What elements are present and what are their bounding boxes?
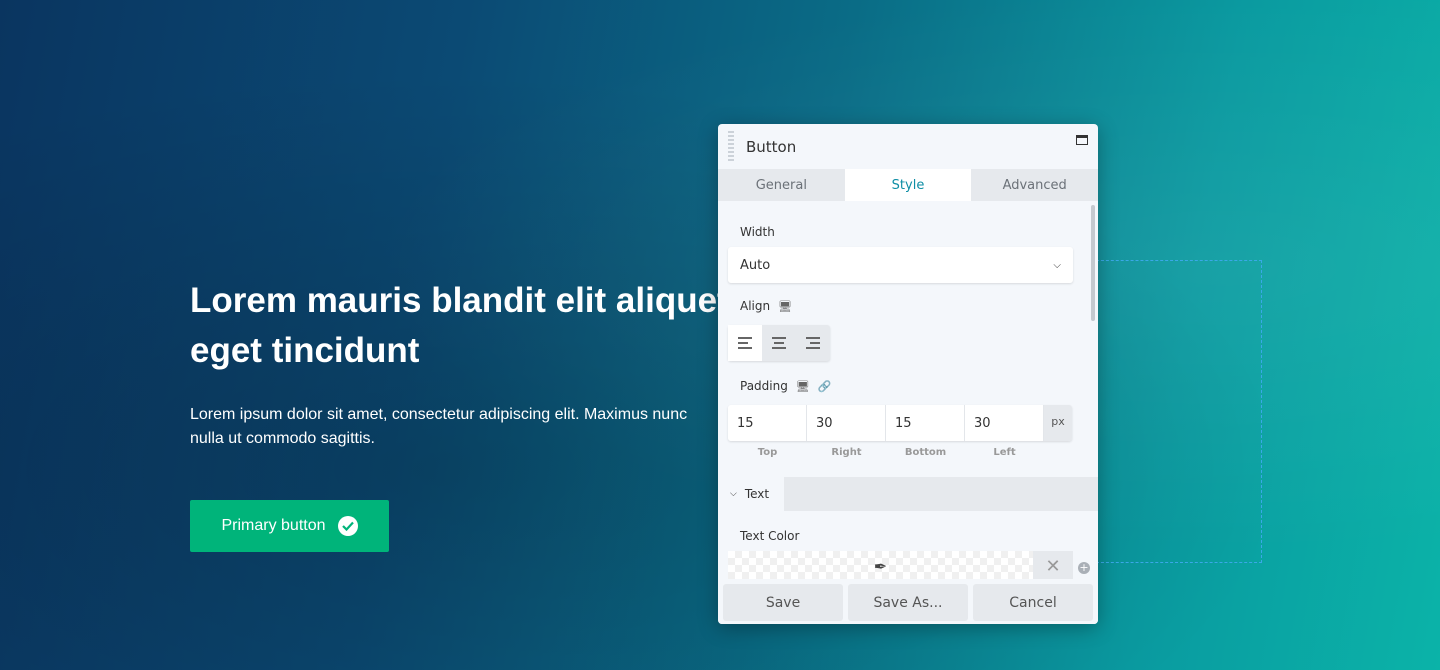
align-label: Align 🖥 [740,299,792,313]
align-right-button[interactable] [796,325,830,361]
text-color-picker[interactable]: ✒ [728,551,1033,581]
link-icon[interactable]: 🔗 [818,380,832,393]
maximize-icon[interactable] [1076,135,1088,145]
panel-footer: Save Save As... Cancel [718,579,1098,624]
text-color-label: Text Color [740,529,799,543]
hero-text-line: nulla ut commodo sagittis. [190,430,375,447]
tab-style[interactable]: Style [844,169,972,201]
primary-button[interactable]: Primary button [190,500,389,552]
text-color-label-text: Text Color [740,529,800,543]
panel-header[interactable]: Button [718,124,1098,169]
desktop-icon[interactable]: 🖥 [796,380,810,393]
primary-button-label: Primary button [221,517,326,534]
padding-bottom-label: Bottom [904,447,947,458]
settings-panel: Button General Style Advanced Width Auto… [718,124,1098,624]
module-selection-outline [1096,260,1262,563]
clear-color-button[interactable]: ✕ [1033,551,1073,581]
save-as-button[interactable]: Save As... [848,584,968,621]
desktop-icon[interactable]: 🖥 [778,300,792,313]
padding-label-text: Padding [740,379,788,393]
check-circle-icon [337,516,358,536]
tab-general[interactable]: General [718,169,845,201]
hero-text-line: Lorem ipsum dolor sit amet, consectetur … [190,406,688,423]
padding-top-label: Top [757,447,778,458]
width-label-text: Width [740,225,775,239]
panel-title: Button [746,137,797,156]
eyedropper-icon: ✒ [873,556,888,576]
padding-label: Padding 🖥 🔗 [740,379,832,393]
text-section-header: ⌵ Text [718,477,1098,511]
padding-left-input[interactable]: 30 [965,405,1044,441]
align-center-button[interactable] [762,325,796,361]
padding-top-input[interactable]: 15 [728,405,807,441]
hero-title: Lorem mauris blandit elit aliquet eget t… [190,281,729,370]
scrollbar[interactable] [1091,205,1095,321]
tab-advanced[interactable]: Advanced [971,169,1098,201]
text-section-toggle[interactable]: ⌵ Text [718,477,784,511]
padding-bottom-input[interactable]: 15 [886,405,965,441]
align-left-button[interactable] [728,325,762,361]
width-label: Width [740,225,775,239]
save-button[interactable]: Save [723,584,843,621]
panel-body: Width Auto ⌵ Align 🖥 Padding 🖥 🔗 15 30 15 30… [718,201,1098,581]
add-preset-icon[interactable]: + [1078,562,1090,574]
text-section-label: Text [744,487,770,501]
width-select[interactable]: Auto ⌵ [728,247,1073,283]
unit-select[interactable]: px [1044,405,1072,441]
padding-right-label: Right [831,447,862,458]
hero-text: Lorem ipsum dolor sit amet, consectetur … [190,403,730,451]
cancel-button[interactable]: Cancel [973,584,1093,621]
padding-left-label: Left [993,447,1016,458]
padding-right-input[interactable]: 30 [807,405,886,441]
drag-handle-icon[interactable] [728,131,734,161]
padding-inputs: 15 30 15 30 px [728,405,1072,441]
chevron-down-icon: ⌵ [730,489,737,499]
width-value: Auto [740,257,771,273]
panel-tabs: General Style Advanced [718,169,1098,201]
chevron-down-icon: ⌵ [1053,259,1061,271]
align-control [728,325,830,361]
padding-field-labels: Top Right Bottom Left [728,447,1044,458]
align-label-text: Align [740,299,771,313]
